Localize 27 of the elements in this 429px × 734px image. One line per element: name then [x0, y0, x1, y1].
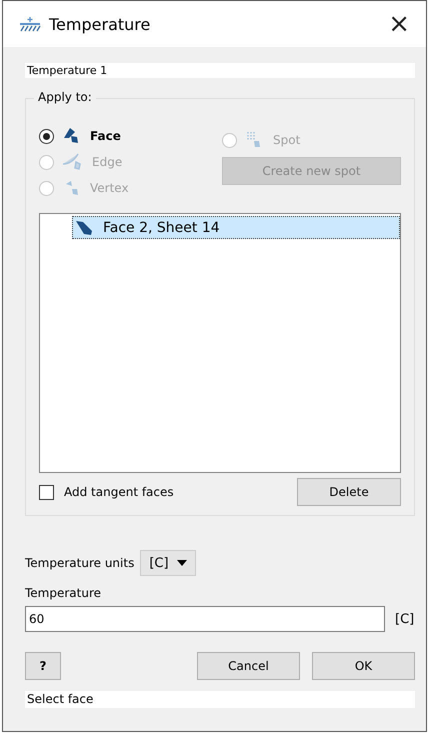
close-button[interactable]: ×	[382, 9, 416, 39]
edge-icon	[62, 152, 84, 172]
name-field[interactable]: Temperature 1	[25, 63, 415, 78]
list-item[interactable]: Face 2, Sheet 14	[72, 216, 400, 239]
units-label: Temperature units	[25, 556, 134, 570]
face-icon	[75, 220, 93, 236]
caret-icon	[176, 560, 187, 566]
unit-label: [C]	[395, 612, 415, 626]
temperature-field[interactable]: 60	[25, 606, 385, 632]
delete-button[interactable]: Delete	[297, 478, 401, 506]
cancel-button[interactable]: Cancel	[197, 652, 300, 680]
radio-label: Edge	[92, 155, 122, 169]
radio-label: Vertex	[90, 181, 129, 195]
window-title: Temperature	[49, 14, 152, 34]
group-title: Apply to:	[34, 90, 96, 104]
radio-label: Face	[90, 129, 121, 143]
checkbox[interactable]	[39, 484, 54, 500]
radio-button[interactable]	[39, 128, 54, 144]
status-bar: Select face	[25, 691, 415, 708]
checkbox-label: Add tangent faces	[64, 485, 174, 499]
temperature-label: Temperature	[25, 586, 102, 600]
units-dropdown[interactable]: [C]	[140, 550, 196, 576]
help-button[interactable]: ?	[25, 652, 61, 680]
selection-list[interactable]: Face 2, Sheet 14	[39, 213, 401, 473]
radio-label: Spot	[273, 133, 300, 147]
ok-button[interactable]: OK	[312, 652, 415, 680]
temperature-icon	[19, 16, 41, 32]
